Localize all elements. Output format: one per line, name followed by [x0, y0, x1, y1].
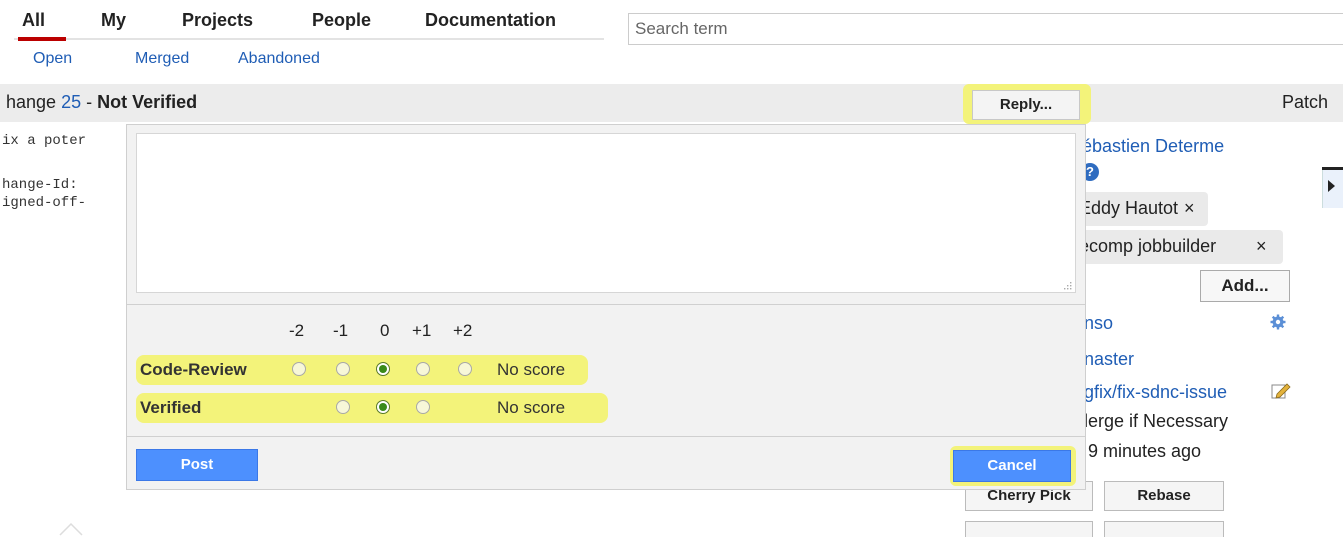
verified-status: No score [497, 398, 566, 417]
tab-my[interactable]: My [101, 10, 126, 31]
change-number-link[interactable]: 25 [61, 92, 81, 112]
topic-link[interactable]: ugfix/fix-sdnc-issue [1074, 382, 1227, 403]
reviewer-name: ecomp jobbuilder [1079, 236, 1217, 256]
add-reviewer-button[interactable]: Add... [1200, 270, 1290, 302]
top-nav-divider [14, 38, 604, 40]
change-header-bar [0, 84, 1343, 122]
expand-right-icon [1328, 180, 1335, 192]
active-tab-indicator [18, 37, 66, 41]
code-review-radio-plus2[interactable] [458, 362, 472, 376]
reply-message-input[interactable] [136, 133, 1076, 293]
rebase-button[interactable]: Rebase [1104, 481, 1224, 511]
subnav-abandoned[interactable]: Abandoned [238, 50, 320, 68]
score-header: +2 [453, 321, 473, 340]
score-header: +1 [412, 321, 432, 340]
dialog-divider [127, 436, 1085, 437]
tab-all[interactable]: All [22, 10, 45, 31]
gear-icon[interactable] [1270, 314, 1286, 330]
submit-strategy: lerge if Necessary [1084, 411, 1229, 431]
caret-up-icon [59, 522, 83, 536]
post-button[interactable]: Post [136, 449, 258, 481]
remove-reviewer-icon[interactable]: × [1184, 198, 1195, 219]
owner-link[interactable]: ébastien Determe [1082, 136, 1224, 157]
change-title-separator: - [81, 92, 98, 112]
verified-radio-plus1[interactable] [416, 400, 430, 414]
subnav-open[interactable]: Open [33, 50, 72, 68]
edit-icon[interactable] [1271, 382, 1291, 400]
verified-label: Verified [140, 398, 202, 417]
commit-message-line: hange-Id: [2, 177, 78, 193]
commit-message-line: ix a poter [2, 133, 87, 149]
project-link[interactable]: nso [1084, 313, 1113, 334]
code-review-radio-minus1[interactable] [336, 362, 350, 376]
tab-projects[interactable]: Projects [182, 10, 253, 31]
code-review-radio-minus2[interactable] [292, 362, 306, 376]
action-button-partial[interactable] [965, 521, 1093, 537]
subnav-merged[interactable]: Merged [135, 50, 189, 68]
code-review-radio-plus1[interactable] [416, 362, 430, 376]
change-title: hange 25 - Not Verified [6, 92, 197, 113]
change-status: Not Verified [97, 92, 198, 112]
tab-documentation[interactable]: Documentation [425, 10, 556, 31]
reviewer-name: Eddy Hautot [1079, 198, 1179, 218]
code-review-status: No score [497, 360, 566, 379]
code-review-radio-0[interactable] [376, 362, 390, 376]
patch-sets-label[interactable]: Patch [1282, 92, 1328, 113]
branch-link[interactable]: naster [1084, 349, 1134, 370]
change-title-prefix: hange [6, 92, 62, 112]
score-header: 0 [380, 321, 390, 340]
verified-radio-minus1[interactable] [336, 400, 350, 414]
resize-handle-icon[interactable] [1062, 280, 1072, 290]
score-header: -2 [289, 321, 305, 340]
search-input[interactable] [628, 13, 1343, 45]
score-header: -1 [333, 321, 349, 340]
dialog-divider [127, 304, 1085, 305]
reply-button[interactable]: Reply... [972, 90, 1080, 120]
verified-radio-0[interactable] [376, 400, 390, 414]
commit-message-line: igned-off- [2, 195, 87, 211]
code-review-label: Code-Review [140, 360, 247, 379]
updated-time: 9 minutes ago [1088, 441, 1202, 461]
action-button-partial[interactable] [1104, 521, 1224, 537]
remove-reviewer-icon[interactable]: × [1256, 236, 1267, 257]
cancel-button[interactable]: Cancel [953, 450, 1071, 482]
tab-people[interactable]: People [312, 10, 371, 31]
